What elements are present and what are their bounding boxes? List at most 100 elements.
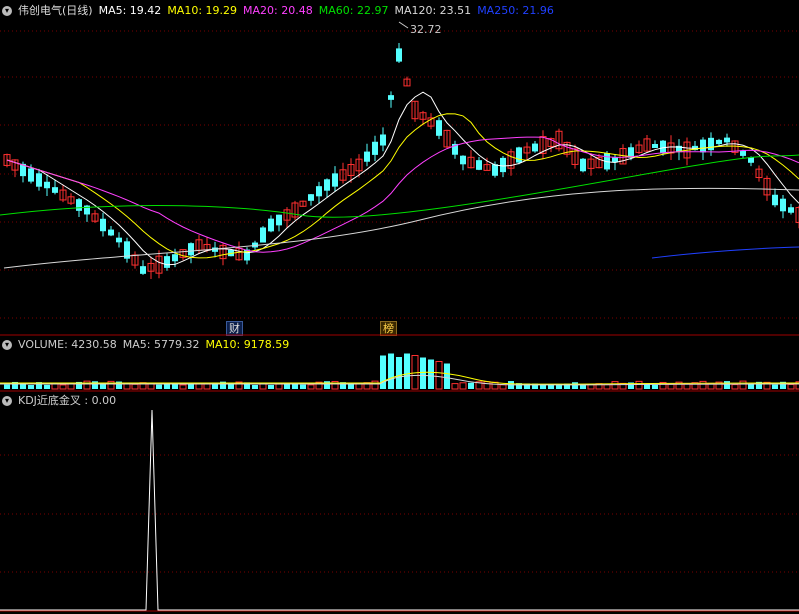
candle-down [652,143,658,149]
ma-line [6,136,799,253]
ma-line [6,113,799,259]
candle-down [140,266,146,274]
candle-down [708,137,714,151]
volume-bar-down [468,382,474,389]
volume-bar-up [83,380,91,390]
candle-down [188,243,194,256]
ma60-line [0,154,799,218]
candle-down [388,95,394,100]
candle-down [740,150,746,156]
candle-down [460,155,466,165]
volume-bar-down [724,381,730,389]
candle-down [172,254,178,262]
ma120-line [3,187,799,269]
candle-down [260,227,266,243]
volume-bar-down [156,384,162,389]
candle-down [476,160,482,170]
candle-down [36,173,42,187]
candle-down [116,237,122,243]
candle-down [436,120,442,136]
volume-bar-up [699,380,707,390]
volume-bar-down [348,384,354,389]
volume-bar-down [772,384,778,389]
candle-down [492,164,498,176]
candle-down [332,173,338,187]
volume-bar-down [420,357,426,389]
volume-bar-down [652,384,658,389]
volume-bar-down [228,384,234,389]
volume-bar-down [268,384,274,389]
volume-bar-up [491,381,499,390]
volume-bar-up [275,383,283,390]
volume-bar-down [428,359,434,389]
volume-bar-down [580,384,586,389]
ma250-line [651,246,799,259]
volume-bar-up [739,380,747,390]
volume-bar-up [499,384,507,390]
candle-down [44,181,50,189]
volume-bar-up [371,380,379,390]
volume-bar-up [259,383,267,390]
candle-down [516,147,522,163]
volume-bar-down [292,383,298,389]
volume-bar-down [404,353,410,389]
volume-bar-up [635,380,643,390]
volume-bar-up [435,361,443,390]
candle-down [380,134,386,146]
candle-down [308,194,314,201]
volume-bar-down [572,382,578,389]
volume-bar-up [603,384,611,390]
volume-bar-down [396,357,402,389]
volume-bar-up [731,384,739,390]
candle-down [324,179,330,191]
volume-bar-up [131,383,139,390]
volume-bar-up [787,384,795,390]
stock-chart[interactable] [0,0,799,614]
candle-down [364,151,370,162]
candle-down [724,137,730,143]
volume-bar-up [483,381,491,390]
candle-down [316,186,322,197]
volume-bar-down [252,384,258,389]
candle-down [780,198,786,212]
volume-bar-down [28,384,34,389]
candle-down [660,140,666,154]
volume-bar-up [611,381,619,390]
volume-bar-up [667,383,675,390]
volume-bar-up [451,383,459,390]
volume-bar-down [324,381,330,389]
volume-bar-down [100,383,106,389]
volume-bar-down [44,384,50,389]
candle-down [108,229,114,236]
candle-down [268,218,274,232]
candle-down [164,256,170,268]
candle-down [396,48,402,62]
candle-down [28,168,34,182]
candle-down [372,141,378,155]
candle-down [700,139,706,153]
volume-bar-down [92,381,98,389]
candle-down [716,139,722,145]
candle-down [100,218,106,232]
candle-down [532,143,538,152]
peak-pointer [398,21,409,29]
volume-bar-down [300,384,306,389]
candle-down [500,157,506,173]
kdj-signal-line [0,409,799,611]
candle-down [276,214,282,226]
candle-down [772,194,778,206]
volume-bar-up [203,383,211,390]
candle-down [52,187,58,193]
volume-bar-down [388,353,394,389]
volume-bar-up [195,383,203,390]
volume-bar-up [307,384,315,390]
volume-bar-down [748,383,754,389]
volume-bar-down [4,384,10,389]
volume-bar-up [59,384,67,390]
candle-down [76,199,82,211]
volume-bar-up [459,382,467,390]
volume-bar-up [179,384,187,390]
volume-bar-down [444,363,450,389]
candle-down [788,207,794,213]
candle-down [580,158,586,172]
